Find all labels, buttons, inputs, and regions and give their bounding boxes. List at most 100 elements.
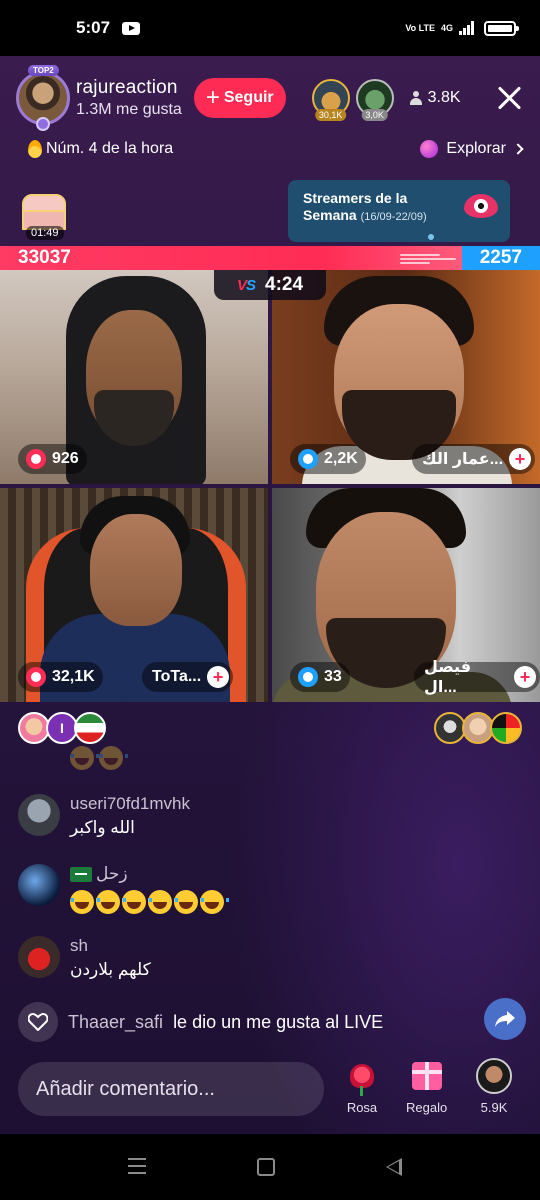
host-header: TOP2 rajureaction 1.3M me gusta + Seguir…	[16, 65, 522, 131]
status-bar: 5:07 Vo LTE 4G	[0, 0, 540, 56]
points-clock-icon	[298, 667, 318, 687]
viewer-count[interactable]: 3.8K	[409, 89, 461, 107]
comment-username: sh	[70, 936, 88, 955]
plus-icon: +	[205, 84, 220, 111]
profile-icon-wrap	[476, 1058, 512, 1094]
comment-username: useri70fd1mvhk	[70, 794, 191, 813]
follow-plus-icon[interactable]: +	[509, 448, 532, 470]
rose-icon	[350, 1064, 374, 1096]
laughing-emoji-icon	[200, 890, 229, 914]
recent-apps-icon[interactable]	[128, 1158, 146, 1176]
close-icon[interactable]	[496, 85, 522, 111]
guest-grid: 926 2,2K عمار الك... + 32,1K ToTa... + 3…	[0, 270, 540, 702]
eye-icon	[464, 194, 498, 218]
comment-emoji-row	[70, 890, 229, 914]
commenter-avatar[interactable]	[18, 794, 60, 836]
chat-comment[interactable]: useri70fd1mvhk الله واكبر	[18, 794, 190, 838]
follow-label: Seguir	[223, 89, 274, 106]
gifter-count: 3,0K	[361, 109, 388, 121]
guest-points-chip: 32,1K	[18, 662, 103, 692]
viewer-count-value: 3.8K	[427, 89, 461, 106]
guest-points: 33	[324, 668, 342, 685]
team-red-supporters: I	[18, 712, 106, 744]
network-type-label: 4G	[440, 23, 453, 33]
like-username: Thaaer_safi	[68, 1011, 164, 1032]
chat-comment[interactable]: زحل	[18, 864, 229, 914]
guest-points-chip: 2,2K	[290, 444, 366, 474]
gift-button[interactable]: Regalo	[406, 1058, 447, 1115]
commenter-avatar[interactable]	[18, 864, 60, 906]
guest-points: 32,1K	[52, 668, 95, 685]
chevron-right-icon	[512, 143, 524, 155]
like-notification: Thaaer_safi le dio un me gusta al LIVE	[18, 1000, 383, 1044]
follow-plus-icon[interactable]: +	[207, 666, 230, 688]
home-icon[interactable]	[257, 1158, 275, 1176]
guest-points: 926	[52, 450, 79, 467]
host-name: rajureaction	[76, 77, 178, 98]
comment-body: useri70fd1mvhk الله واكبر	[70, 794, 190, 838]
laughing-emoji-icon	[174, 890, 203, 914]
chat-comment[interactable]: sh كلهم بلاردن	[18, 936, 151, 980]
bottom-actions: Añadir comentario... Rosa Regalo 5.9K	[0, 1056, 540, 1134]
gift-icon-wrap	[409, 1058, 445, 1094]
team-red-score: 33037	[18, 247, 71, 268]
top-gifters: 30,1K 3,0K	[311, 79, 394, 121]
laughing-emoji-icon	[148, 890, 177, 914]
top-gifter-avatar[interactable]: 30,1K	[311, 79, 350, 121]
comment-input[interactable]: Añadir comentario...	[18, 1062, 324, 1116]
treasure-chest[interactable]: 01:49	[18, 192, 72, 242]
guest-name-chip[interactable]: ToTa... +	[142, 662, 234, 692]
guest-name: فيصل ال...	[424, 659, 472, 696]
youtube-notification-icon	[122, 21, 141, 35]
like-text: le dio un me gusta al LIVE	[173, 1011, 384, 1032]
follow-plus-icon[interactable]: +	[514, 666, 536, 688]
guest-points-chip: 926	[18, 444, 87, 474]
team-blue-score: 2257	[479, 247, 522, 268]
comment-placeholder: Añadir comentario...	[36, 1077, 215, 1100]
guest-face	[90, 514, 182, 626]
comment-body: sh كلهم بلاردن	[70, 936, 151, 980]
person-icon	[409, 91, 422, 105]
explore-button[interactable]: Explorar	[420, 140, 524, 158]
guest-points-chip: 33	[290, 662, 350, 692]
gift-label: Regalo	[406, 1100, 448, 1115]
points-clock-icon	[26, 667, 46, 687]
comment-user-line: زحل	[70, 864, 224, 884]
battery-icon	[484, 20, 519, 36]
hourly-rank-label: Núm. 4 de la hora	[46, 140, 174, 157]
carousel-indicator	[428, 234, 434, 240]
gem-icon	[36, 117, 50, 131]
flame-icon	[28, 140, 42, 158]
top-rank-badge: TOP2	[28, 65, 59, 76]
rose-gift-button[interactable]: Rosa	[344, 1058, 380, 1115]
top-gifter-avatar[interactable]: 3,0K	[355, 79, 394, 121]
banner-dates: (16/09-22/09)	[360, 211, 427, 223]
supporter-initial: I	[60, 720, 64, 736]
live-stream-screen: TOP2 rajureaction 1.3M me gusta + Seguir…	[0, 56, 540, 1134]
guest-name: ToTa...	[152, 668, 202, 685]
comment-username: زحل	[96, 864, 128, 883]
follow-button[interactable]: + Seguir	[193, 78, 286, 118]
planet-icon	[420, 140, 439, 158]
weekly-streamers-banner[interactable]: Streamers de la Semana (16/09-22/09)	[288, 180, 510, 242]
laughing-emoji-icon	[99, 746, 129, 770]
supporter-avatar[interactable]	[490, 712, 522, 744]
commenter-avatar[interactable]	[18, 936, 60, 978]
status-indicators: Vo LTE 4G	[405, 20, 519, 36]
volte-label: Vo LTE	[405, 23, 435, 33]
hourly-rank[interactable]: Núm. 4 de la hora	[28, 140, 173, 158]
host-info[interactable]: rajureaction 1.3M me gusta	[76, 77, 182, 119]
profile-button[interactable]: 5.9K	[476, 1058, 512, 1115]
supporter-avatar[interactable]	[74, 712, 106, 744]
banner-title-word: Semana	[303, 207, 357, 223]
team-blue-supporters	[434, 712, 522, 744]
comment-body: زحل	[70, 864, 229, 914]
guest-name-chip[interactable]: فيصل ال... +	[414, 659, 540, 696]
host-avatar[interactable]: TOP2	[16, 65, 70, 131]
back-icon[interactable]	[386, 1158, 402, 1176]
saudi-flag-icon	[70, 867, 92, 883]
guest-name: عمار الك...	[422, 451, 504, 468]
share-icon[interactable]	[484, 998, 526, 1040]
rose-label: Rosa	[346, 1100, 378, 1115]
guest-name-chip[interactable]: عمار الك... +	[412, 444, 536, 474]
